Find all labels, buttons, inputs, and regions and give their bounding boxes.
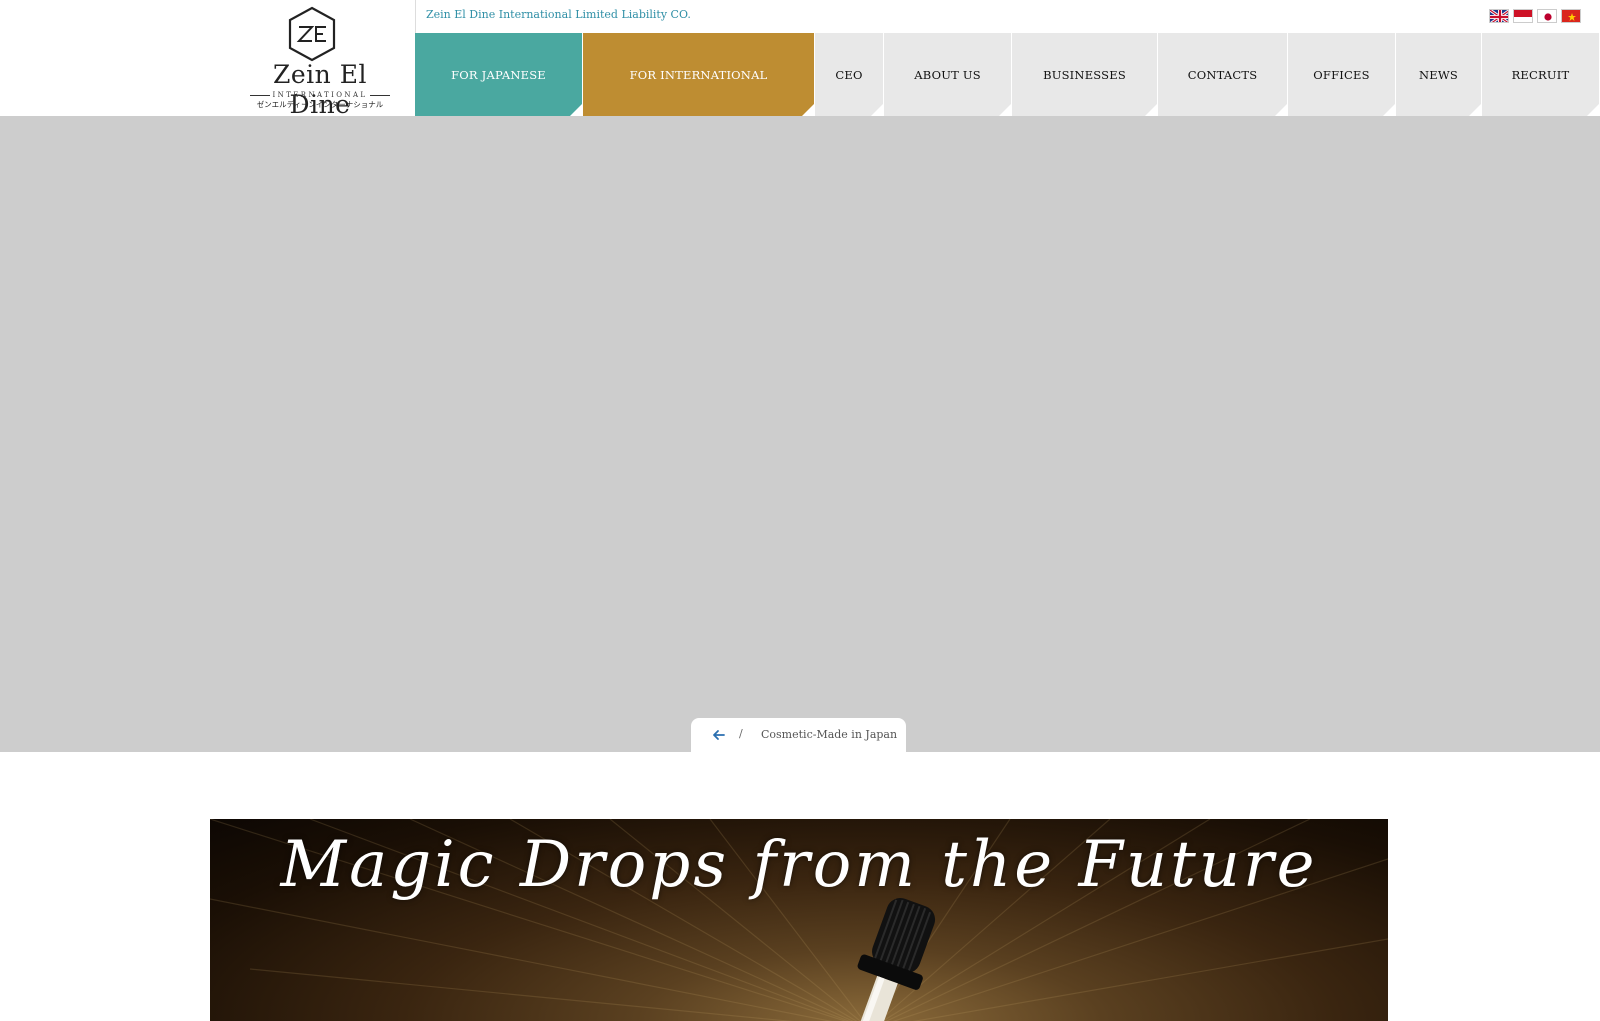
- nav-news[interactable]: NEWS: [1396, 33, 1482, 116]
- logo-subtitle: INTERNATIONAL: [250, 90, 390, 100]
- indonesian-flag-icon[interactable]: [1513, 9, 1533, 23]
- logo-kana: ゼンエルディーンインターナショナル: [256, 100, 384, 109]
- english-flag-icon[interactable]: [1489, 9, 1509, 23]
- logo[interactable]: Zein El Dine INTERNATIONAL ゼンエルディーンインターナ…: [240, 0, 414, 119]
- breadcrumb: / Cosmetic-Made in Japan: [691, 718, 906, 752]
- logo-mark-icon: [288, 6, 336, 62]
- japanese-flag-icon[interactable]: [1537, 9, 1557, 23]
- nav-contacts[interactable]: CONTACTS: [1158, 33, 1288, 116]
- top-bar: Zein El Dine International Limited Liabi…: [415, 0, 1600, 33]
- nav-offices[interactable]: OFFICES: [1288, 33, 1396, 116]
- nav-for-japanese[interactable]: FOR JAPANESE: [415, 33, 583, 116]
- product-banner: Magic Drops from the Future: [210, 819, 1388, 1021]
- company-name: Zein El Dine International Limited Liabi…: [426, 8, 691, 21]
- language-switcher: [1485, 9, 1581, 25]
- breadcrumb-current: Cosmetic-Made in Japan: [761, 728, 898, 741]
- breadcrumb-separator: /: [739, 727, 743, 740]
- back-arrow-icon[interactable]: [711, 727, 727, 743]
- hero-image-placeholder: / Cosmetic-Made in Japan: [0, 116, 1600, 752]
- vietnamese-flag-icon[interactable]: [1561, 9, 1581, 23]
- main-nav: FOR JAPANESE FOR INTERNATIONAL CEO ABOUT…: [415, 33, 1600, 116]
- nav-for-international[interactable]: FOR INTERNATIONAL: [583, 33, 815, 116]
- site-header: Zein El Dine INTERNATIONAL ゼンエルディーンインターナ…: [0, 0, 1600, 119]
- nav-businesses[interactable]: BUSINESSES: [1012, 33, 1158, 116]
- banner-title: Magic Drops from the Future: [280, 828, 1318, 902]
- nav-recruit[interactable]: RECRUIT: [1482, 33, 1600, 116]
- nav-about-us[interactable]: ABOUT US: [884, 33, 1012, 116]
- nav-ceo[interactable]: CEO: [815, 33, 884, 116]
